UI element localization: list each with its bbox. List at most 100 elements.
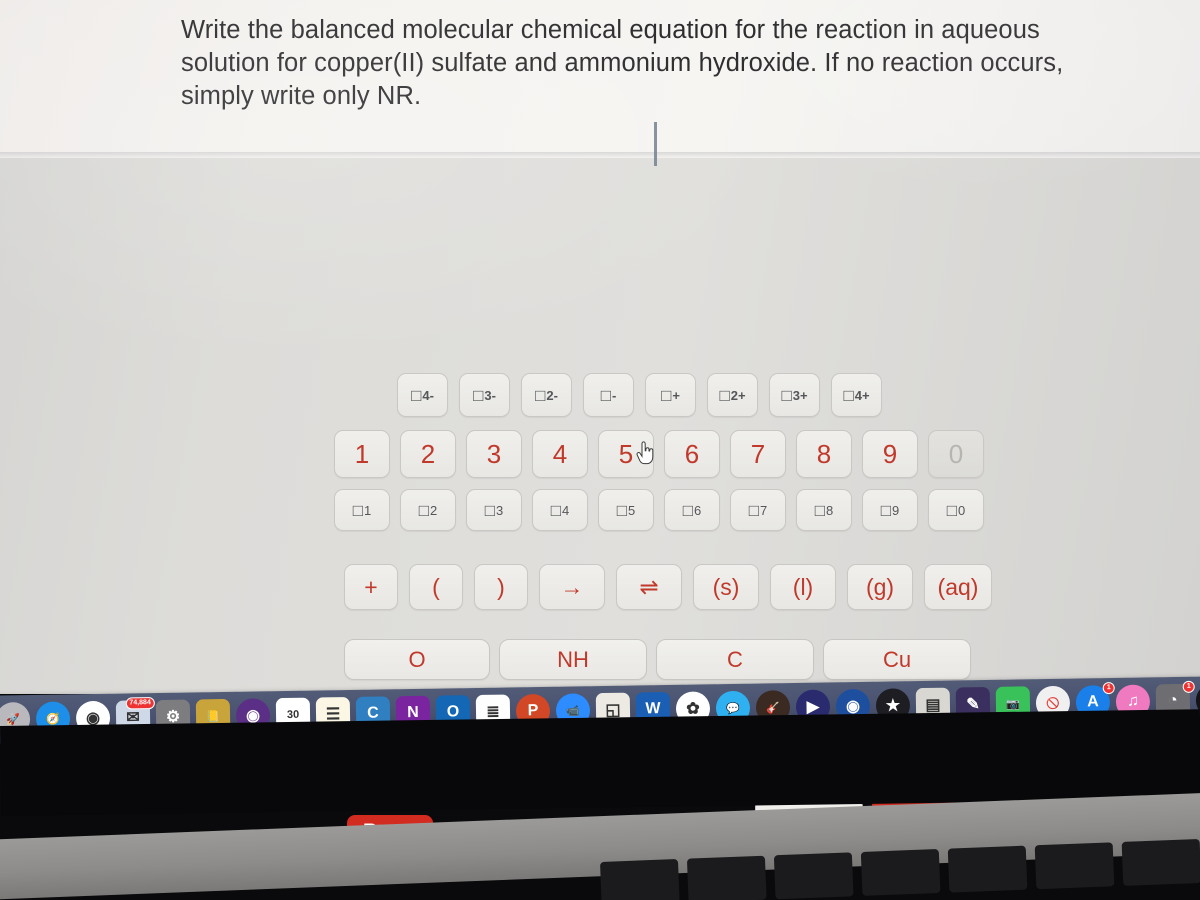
charge-superscript: 3- bbox=[484, 387, 496, 403]
charge-superscript: 4- bbox=[422, 387, 434, 403]
placeholder-box-icon: □ bbox=[814, 500, 826, 520]
symbol-key[interactable]: ) bbox=[474, 564, 528, 610]
question-panel: Write the balanced molecular chemical eq… bbox=[0, 0, 1200, 158]
subscript-digit: 5 bbox=[628, 502, 636, 518]
keycap bbox=[947, 845, 1028, 893]
placeholder-box-icon: □ bbox=[661, 385, 672, 405]
contacts-icon: 📒 bbox=[206, 710, 220, 723]
element-key[interactable]: C bbox=[656, 639, 814, 680]
charge-key[interactable]: □ 4- bbox=[397, 373, 448, 417]
symbol-key[interactable]: (l) bbox=[770, 564, 836, 610]
subscript-key[interactable]: □ 1 bbox=[334, 489, 390, 531]
keycap bbox=[1121, 838, 1200, 886]
placeholder-box-icon: □ bbox=[600, 385, 611, 405]
answer-text-caret bbox=[654, 122, 657, 166]
digit-key[interactable]: 2 bbox=[400, 430, 456, 478]
element-key[interactable]: NH bbox=[499, 639, 647, 680]
placeholder-box-icon: □ bbox=[418, 500, 430, 520]
charge-superscript: 4+ bbox=[854, 387, 870, 403]
digit-key[interactable]: 6 bbox=[664, 430, 720, 478]
subscript-digit: 3 bbox=[496, 502, 504, 518]
subscript-digit: 7 bbox=[760, 502, 768, 518]
symbol-key[interactable]: ( bbox=[409, 564, 463, 610]
time-machine-icon: ◔ bbox=[1167, 692, 1178, 710]
subscript-digit: 8 bbox=[826, 502, 834, 518]
symbol-key[interactable]: (s) bbox=[693, 564, 759, 610]
subscript-digit: 1 bbox=[364, 502, 372, 518]
subscript-digit: 2 bbox=[430, 502, 438, 518]
placeholder-box-icon: □ bbox=[880, 500, 892, 520]
dock-badge: 74,884 bbox=[125, 697, 155, 710]
facetime-icon: 📷 bbox=[1006, 697, 1020, 711]
keycap bbox=[773, 852, 854, 900]
subscript-digit: 4 bbox=[562, 502, 570, 518]
digit-key[interactable]: 3 bbox=[466, 430, 522, 478]
subscript-key[interactable]: □ 4 bbox=[532, 489, 588, 531]
placeholder-box-icon: □ bbox=[748, 500, 760, 520]
digit-key[interactable]: 0 bbox=[928, 430, 984, 478]
element-key[interactable]: Cu bbox=[823, 639, 971, 680]
subscript-digit: 6 bbox=[694, 502, 702, 518]
charge-superscript: 2- bbox=[546, 387, 558, 403]
charge-key[interactable]: □ 2- bbox=[521, 373, 572, 417]
placeholder-box-icon: □ bbox=[781, 385, 792, 405]
subscript-key[interactable]: □ 9 bbox=[862, 489, 918, 531]
digit-key[interactable]: 5 bbox=[598, 430, 654, 478]
question-text: Write the balanced molecular chemical eq… bbox=[181, 16, 1064, 110]
symbol-key-row: +() → ⇌ (s) (l) (g) (aq) bbox=[344, 564, 992, 610]
symbol-key[interactable]: (aq) bbox=[924, 564, 992, 610]
placeholder-box-icon: □ bbox=[616, 500, 628, 520]
digit-key-row: 1234567890 bbox=[334, 430, 984, 478]
charge-superscript: - bbox=[611, 387, 617, 403]
digit-key[interactable]: 8 bbox=[796, 430, 852, 478]
subscript-key[interactable]: □ 0 bbox=[928, 489, 984, 531]
charge-key[interactable]: □ 3+ bbox=[769, 373, 820, 417]
charge-key-row: □ 4- □ 3- □ 2- □ - □ + □ 2+ □ 3+ □ 4+ bbox=[397, 373, 882, 417]
charge-key[interactable]: □ + bbox=[645, 373, 696, 417]
answer-keypad-panel: □ 4- □ 3- □ 2- □ - □ + □ 2+ □ 3+ □ 4+ 1234567890 □ 1 □ 2 □ 3… bbox=[0, 122, 1200, 857]
charge-superscript: 2+ bbox=[730, 387, 746, 403]
digit-key[interactable]: 1 bbox=[334, 430, 390, 478]
placeholder-box-icon: □ bbox=[473, 385, 484, 405]
calendar-icon: 30 bbox=[286, 708, 300, 721]
laptop-screen-photo: Write the balanced molecular chemical eq… bbox=[0, 0, 1200, 900]
symbol-key[interactable]: (g) bbox=[847, 564, 913, 610]
charge-key[interactable]: □ 4+ bbox=[831, 373, 882, 417]
powerpoint-icon: P bbox=[527, 702, 539, 720]
charge-key[interactable]: □ 3- bbox=[459, 373, 510, 417]
placeholder-box-icon: □ bbox=[719, 385, 730, 405]
subscript-key[interactable]: □ 6 bbox=[664, 489, 720, 531]
charge-key[interactable]: □ - bbox=[583, 373, 634, 417]
charge-key[interactable]: □ 2+ bbox=[707, 373, 758, 417]
symbol-key[interactable]: → bbox=[539, 564, 605, 610]
word-icon: W bbox=[645, 700, 661, 718]
element-key[interactable]: O bbox=[344, 639, 490, 680]
subscript-key[interactable]: □ 5 bbox=[598, 489, 654, 531]
itunes-icon: ♫ bbox=[1126, 692, 1140, 710]
placeholder-box-icon: □ bbox=[484, 500, 496, 520]
placeholder-box-icon: □ bbox=[411, 385, 422, 405]
messages-icon: 💬 bbox=[726, 702, 740, 715]
app-store-icon: A bbox=[1087, 693, 1099, 711]
subscript-key[interactable]: □ 2 bbox=[400, 489, 456, 531]
subscript-digit: 0 bbox=[958, 502, 966, 518]
symbol-key[interactable]: + bbox=[344, 564, 398, 610]
symbol-key[interactable]: ⇌ bbox=[616, 564, 682, 610]
digit-key[interactable]: 4 bbox=[532, 430, 588, 478]
garageband-icon: 🎸 bbox=[766, 701, 780, 714]
subscript-key[interactable]: □ 7 bbox=[730, 489, 786, 531]
placeholder-box-icon: □ bbox=[352, 500, 364, 520]
launchpad-icon: 🚀 bbox=[6, 713, 21, 726]
placeholder-box-icon: □ bbox=[843, 385, 854, 405]
subscript-key[interactable]: □ 3 bbox=[466, 489, 522, 531]
subscript-digit: 9 bbox=[892, 502, 900, 518]
digit-key[interactable]: 7 bbox=[730, 430, 786, 478]
illustrator-icon: ✎ bbox=[966, 696, 980, 714]
keycap bbox=[860, 848, 941, 896]
safari-icon: 🧭 bbox=[46, 713, 61, 726]
dock-badge: 1 bbox=[1102, 681, 1115, 695]
digit-key[interactable]: 9 bbox=[862, 430, 918, 478]
subscript-key-row: □ 1 □ 2 □ 3 □ 4 □ 5 □ 6 □ 7 □ 8 □ 9 □ 0 bbox=[334, 489, 984, 531]
keycap bbox=[686, 855, 767, 900]
subscript-key[interactable]: □ 8 bbox=[796, 489, 852, 531]
